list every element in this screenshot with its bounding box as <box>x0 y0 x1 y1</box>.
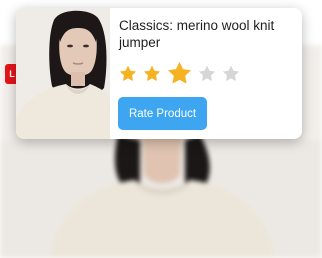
star-icon[interactable] <box>143 65 161 82</box>
star-icon[interactable] <box>167 61 192 85</box>
rate-product-popup: Classics: merino wool knit jumper Rate P… <box>16 8 302 139</box>
product-page: L Classics: merino wool knit jumper Rate… <box>0 0 322 258</box>
rate-product-button[interactable]: Rate Product <box>118 97 207 130</box>
product-thumbnail <box>16 8 110 139</box>
product-title: Classics: merino wool knit jumper <box>119 18 275 50</box>
star-icon[interactable] <box>119 65 137 82</box>
star-icon[interactable] <box>222 65 240 82</box>
star-icon[interactable] <box>198 65 216 82</box>
